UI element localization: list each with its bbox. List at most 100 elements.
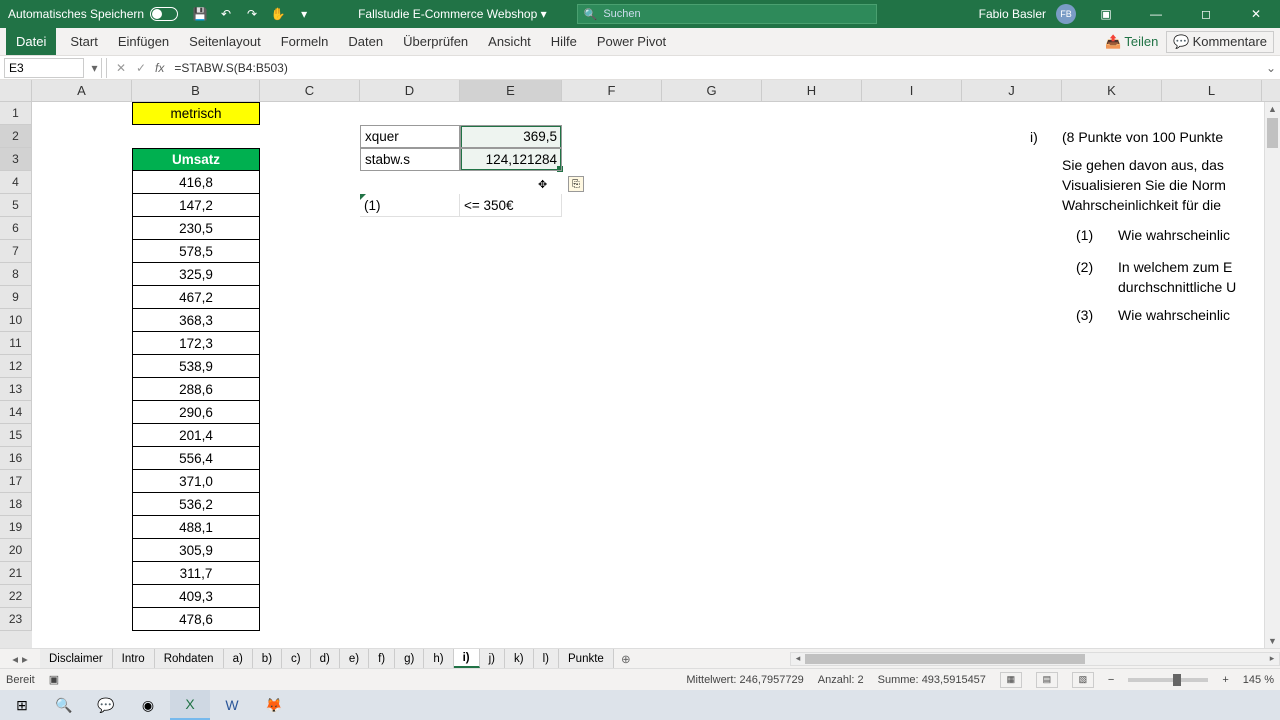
sheet-tab-e[interactable]: e) [340,649,369,668]
zoom-slider[interactable] [1128,678,1208,682]
row-header-18[interactable]: 18 [0,493,32,516]
row-header-16[interactable]: 16 [0,447,32,470]
scroll-thumb[interactable] [1267,118,1278,148]
sheet-tab-k[interactable]: k) [505,649,534,668]
row-header-21[interactable]: 21 [0,562,32,585]
view-layout-icon[interactable]: ▤ [1036,672,1058,688]
col-header-K[interactable]: K [1062,80,1162,101]
search-box[interactable]: 🔍 Suchen [577,4,877,24]
word-taskbar-icon[interactable]: W [212,690,252,720]
row-header-7[interactable]: 7 [0,240,32,263]
name-box[interactable]: E3 [4,58,84,78]
cell-D5[interactable]: (1) [360,194,460,217]
maximize-icon[interactable]: ◻ [1186,0,1226,28]
obs-icon[interactable]: ◉ [128,690,168,720]
row-header-13[interactable]: 13 [0,378,32,401]
comments-button[interactable]: 💬 Kommentare [1166,31,1274,53]
row-header-11[interactable]: 11 [0,332,32,355]
sheet-nav[interactable]: ◂▸ [0,652,40,666]
toggle-switch[interactable] [150,7,178,21]
minimize-icon[interactable]: — [1136,0,1176,28]
sheet-tab-h[interactable]: h) [424,649,453,668]
col-header-G[interactable]: G [662,80,762,101]
user-name[interactable]: Fabio Basler [979,7,1046,21]
row-header-19[interactable]: 19 [0,516,32,539]
cell-B20[interactable]: 305,9 [132,539,260,562]
row-header-9[interactable]: 9 [0,286,32,309]
row-header-23[interactable]: 23 [0,608,32,631]
taskbar-app-1[interactable]: 💬 [86,690,126,720]
macro-record-icon[interactable]: ▣ [49,673,59,686]
cells-canvas[interactable]: ⎘ ✥ i) (8 Punkte von 100 Punkte Sie gehe… [32,102,1264,648]
tab-file[interactable]: Datei [6,28,56,55]
name-box-dropdown-icon[interactable]: ▾ [88,58,102,78]
cell-B3[interactable]: Umsatz [132,148,260,171]
cell-B17[interactable]: 371,0 [132,470,260,493]
touch-mode-icon[interactable]: ✋ [270,6,286,22]
view-pagebreak-icon[interactable]: ▧ [1072,672,1094,688]
col-header-E[interactable]: E [460,80,562,101]
sheet-tab-g[interactable]: g) [395,649,424,668]
sheet-tab-Punkte[interactable]: Punkte [559,649,614,668]
user-avatar[interactable]: FB [1056,4,1076,24]
tab-seitenlayout[interactable]: Seitenlayout [179,28,271,55]
cell-B8[interactable]: 325,9 [132,263,260,286]
scroll-down-icon[interactable]: ▼ [1265,634,1280,648]
cell-B10[interactable]: 368,3 [132,309,260,332]
zoom-level[interactable]: 145 % [1243,674,1274,686]
row-header-4[interactable]: 4 [0,171,32,194]
col-header-A[interactable]: A [32,80,132,101]
tab-hilfe[interactable]: Hilfe [541,28,587,55]
row-header-14[interactable]: 14 [0,401,32,424]
sheet-tab-i[interactable]: i) [454,649,480,668]
row-header-1[interactable]: 1 [0,102,32,125]
cell-D2[interactable]: xquer [360,125,460,148]
cell-B11[interactable]: 172,3 [132,332,260,355]
formula-input[interactable]: =STABW.S(B4:B503) [168,61,1262,75]
col-header-F[interactable]: F [562,80,662,101]
cell-B4[interactable]: 416,8 [132,171,260,194]
share-button[interactable]: 📤 Teilen [1105,34,1158,50]
cell-B21[interactable]: 311,7 [132,562,260,585]
tab-power pivot[interactable]: Power Pivot [587,28,676,55]
col-header-L[interactable]: L [1162,80,1262,101]
cell-B19[interactable]: 488,1 [132,516,260,539]
formula-accept-icon[interactable]: ✓ [131,61,151,75]
ribbon-display-icon[interactable]: ▣ [1086,0,1126,28]
cell-B16[interactable]: 556,4 [132,447,260,470]
cell-B5[interactable]: 147,2 [132,194,260,217]
sheet-tab-j[interactable]: j) [480,649,505,668]
sheet-tab-c[interactable]: c) [282,649,311,668]
hscroll-left-icon[interactable]: ◂ [791,653,805,664]
horizontal-scrollbar[interactable]: ◂ ▸ [790,652,1280,666]
sheet-tab-Intro[interactable]: Intro [113,649,155,668]
tab-ansicht[interactable]: Ansicht [478,28,541,55]
doc-dropdown-icon[interactable]: ▾ [541,7,547,21]
row-header-8[interactable]: 8 [0,263,32,286]
row-header-6[interactable]: 6 [0,217,32,240]
col-header-J[interactable]: J [962,80,1062,101]
cell-B15[interactable]: 201,4 [132,424,260,447]
scroll-up-icon[interactable]: ▲ [1265,102,1280,116]
firefox-icon[interactable]: 🦊 [254,690,294,720]
add-sheet-button[interactable]: ⊕ [614,652,638,666]
cell-B13[interactable]: 288,6 [132,378,260,401]
tab-formeln[interactable]: Formeln [271,28,339,55]
row-header-20[interactable]: 20 [0,539,32,562]
excel-taskbar-icon[interactable]: X [170,690,210,720]
row-header-17[interactable]: 17 [0,470,32,493]
sheet-tab-Rohdaten[interactable]: Rohdaten [155,649,224,668]
undo-icon[interactable]: ↶ [218,6,234,22]
sheet-prev-icon[interactable]: ◂ [12,652,18,666]
sheet-tab-f[interactable]: f) [369,649,395,668]
zoom-knob[interactable] [1173,674,1181,686]
cell-B9[interactable]: 467,2 [132,286,260,309]
row-header-2[interactable]: 2 [0,125,32,148]
row-header-3[interactable]: 3 [0,148,32,171]
row-header-5[interactable]: 5 [0,194,32,217]
col-header-D[interactable]: D [360,80,460,101]
formula-cancel-icon[interactable]: ✕ [111,61,131,75]
sheet-tab-Disclaimer[interactable]: Disclaimer [40,649,113,668]
sheet-tab-a[interactable]: a) [224,649,253,668]
vertical-scrollbar[interactable]: ▲ ▼ [1264,102,1280,648]
